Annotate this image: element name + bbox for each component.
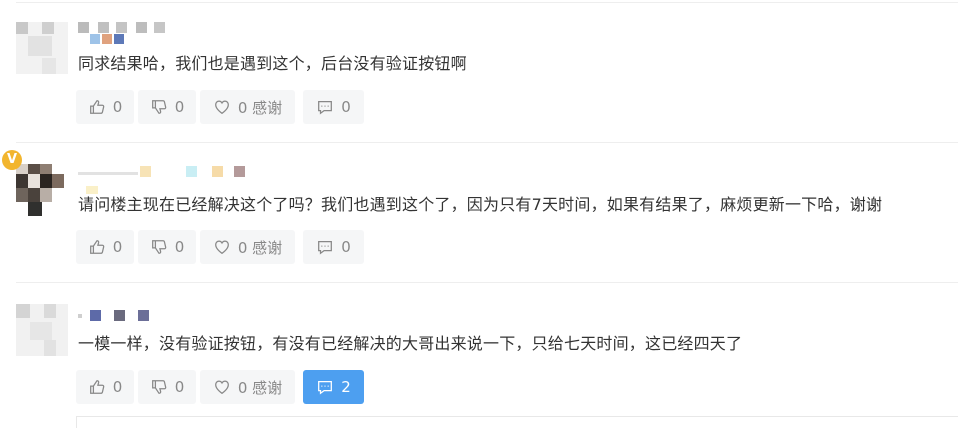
- reply-button[interactable]: 0: [303, 230, 364, 264]
- comment-text: 请问楼主现在已经解决这个了吗？我们也遇到这个了，因为只有7天时间，如果有结果了，…: [78, 195, 883, 214]
- divider: [16, 2, 958, 3]
- divider: [16, 282, 958, 283]
- thumbs-up-icon: [89, 380, 105, 394]
- thumbs-up-icon: [89, 240, 105, 254]
- username[interactable]: [78, 166, 248, 194]
- thanks-button[interactable]: 0 感谢: [200, 90, 295, 124]
- heart-icon: [214, 100, 229, 115]
- thumbs-down-icon: [151, 240, 167, 254]
- dislike-button[interactable]: 0: [138, 90, 196, 124]
- avatar[interactable]: [16, 22, 68, 74]
- comment-actions: 0 0 0 感谢 0: [76, 90, 366, 124]
- comment-bubble-icon: [318, 380, 333, 395]
- reply-panel: [76, 416, 958, 428]
- thumbs-up-icon: [89, 100, 105, 114]
- comment-bubble-icon: [318, 240, 333, 255]
- heart-icon: [214, 380, 229, 395]
- dislike-button[interactable]: 0: [138, 370, 196, 404]
- username[interactable]: [78, 22, 168, 44]
- like-button[interactable]: 0: [76, 90, 134, 124]
- vip-badge: V: [2, 150, 22, 170]
- like-button[interactable]: 0: [76, 370, 134, 404]
- thumbs-down-icon: [151, 380, 167, 394]
- comment-text: 一模一样，没有验证按钮，有没有已经解决的大哥出来说一下，只给七天时间，这已经四天…: [78, 334, 743, 353]
- comment-actions: 0 0 0 感谢 0: [76, 230, 366, 264]
- comment-text: 同求结果哈，我们也是遇到这个，后台没有验证按钮啊: [78, 54, 467, 73]
- like-button[interactable]: 0: [76, 230, 134, 264]
- username[interactable]: [78, 310, 158, 324]
- avatar[interactable]: [16, 304, 68, 356]
- comment-bubble-icon: [318, 100, 333, 115]
- comment-list: 同求结果哈，我们也是遇到这个，后台没有验证按钮啊 0 0 0 感谢 0 V 请问…: [0, 0, 958, 428]
- thanks-button[interactable]: 0 感谢: [200, 230, 295, 264]
- heart-icon: [214, 240, 229, 255]
- comment-actions: 0 0 0 感谢 2: [76, 370, 366, 404]
- reply-button[interactable]: 2: [303, 370, 364, 404]
- thumbs-down-icon: [151, 100, 167, 114]
- divider: [16, 142, 958, 143]
- avatar[interactable]: [16, 164, 68, 216]
- dislike-button[interactable]: 0: [138, 230, 196, 264]
- thanks-button[interactable]: 0 感谢: [200, 370, 295, 404]
- reply-button[interactable]: 0: [303, 90, 364, 124]
